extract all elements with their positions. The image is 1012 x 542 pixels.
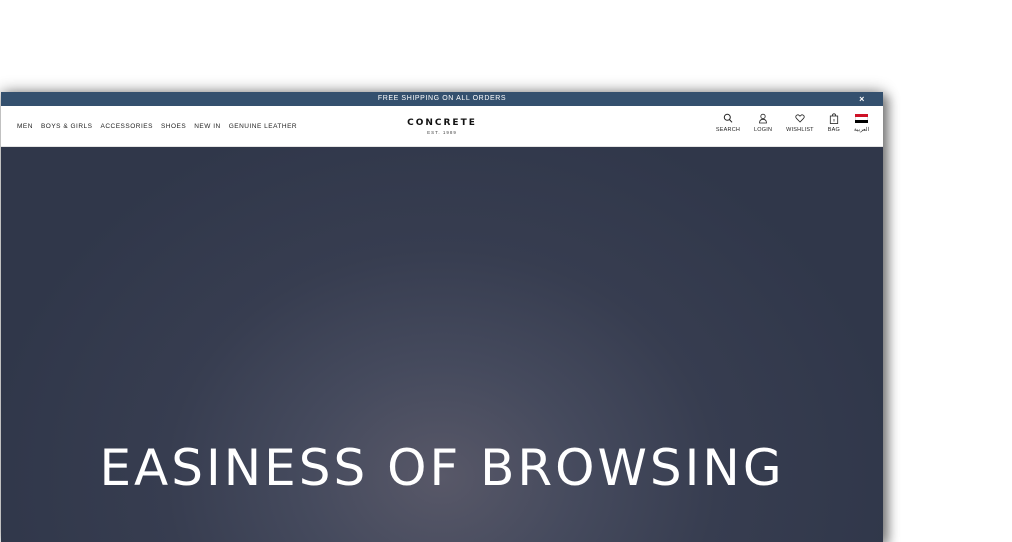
hero-title: EASINESS OF BROWSING [99,439,785,497]
login-button[interactable]: LOGIN [754,113,772,133]
hero-banner: EASINESS OF BROWSING [1,147,883,542]
bag-count: 0 [833,118,836,123]
language-label: العربية [853,127,869,133]
bag-button[interactable]: 0 BAG [828,113,840,133]
egypt-flag-icon [854,114,868,123]
search-label: SEARCH [715,127,741,133]
header-actions: SEARCH LOGIN WISHLIST 0 BAG العربية [702,113,869,133]
close-icon[interactable]: × [859,92,865,106]
shopping-bag-icon: 0 [829,113,838,124]
bag-label: BAG [827,127,840,133]
browser-window: FREE SHIPPING ON ALL ORDERS × MEN BOYS &… [1,92,883,542]
user-icon [759,113,768,124]
wishlist-label: WISHLIST [786,127,814,133]
wishlist-button[interactable]: WISHLIST [786,113,814,133]
search-icon [723,113,733,123]
promo-bar: FREE SHIPPING ON ALL ORDERS × [1,92,883,106]
login-label: LOGIN [754,127,773,133]
promo-text: FREE SHIPPING ON ALL ORDERS [377,95,507,102]
search-button[interactable]: SEARCH [716,113,740,133]
language-switch[interactable]: العربية [854,113,869,133]
heart-icon [795,114,805,123]
main-navigation: MEN BOYS & GIRLS ACCESSORIES SHOES NEW I… [1,106,883,147]
